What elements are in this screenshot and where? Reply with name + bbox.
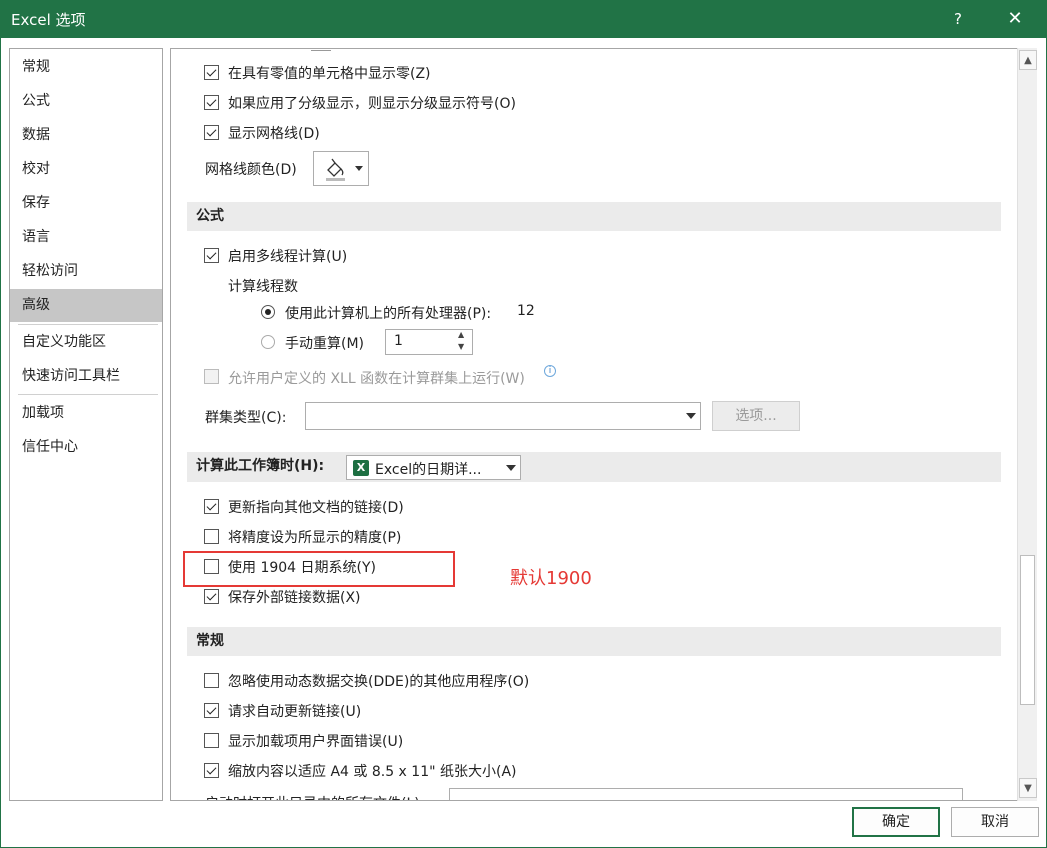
save-external-data-label: 保存外部链接数据(X) xyxy=(228,590,361,606)
sidebar-item-customize-ribbon[interactable]: 自定义功能区 xyxy=(10,326,162,359)
ignore-dde-checkbox[interactable] xyxy=(204,673,219,688)
auto-update-links-label: 请求自动更新链接(U) xyxy=(228,704,362,720)
xll-cluster-label: 允许用户定义的 XLL 函数在计算群集上运行(W) xyxy=(228,371,525,387)
workbook-section-header: 计算此工作簿时(H): xyxy=(187,452,1001,482)
workbook-select[interactable]: X Excel的日期详... xyxy=(346,455,521,480)
startup-folder-input[interactable] xyxy=(449,788,963,800)
general-section-header: 常规 xyxy=(187,627,1001,656)
manual-threads-stepper[interactable]: 1 ▲ ▼ xyxy=(385,329,473,355)
options-content: 在具有零值的单元格中显示零(Z) 如果应用了分级显示，则显示分级显示符号(O) … xyxy=(170,48,1037,801)
sidebar-item-language[interactable]: 语言 xyxy=(10,221,162,254)
auto-update-links-checkbox[interactable] xyxy=(204,703,219,718)
scale-a4-label: 缩放内容以适应 A4 或 8.5 x 11" 纸张大小(A) xyxy=(228,764,517,780)
sidebar-item-proofing[interactable]: 校对 xyxy=(10,153,162,186)
multithread-checkbox[interactable] xyxy=(204,248,219,263)
scrollbar-thumb[interactable] xyxy=(1020,555,1035,705)
addin-errors-checkbox[interactable] xyxy=(204,733,219,748)
date-1904-checkbox[interactable] xyxy=(204,559,219,574)
manual-threads-value: 1 xyxy=(394,333,403,349)
update-links-checkbox[interactable] xyxy=(204,499,219,514)
show-outline-checkbox[interactable] xyxy=(204,95,219,110)
addin-errors-label: 显示加载项用户界面错误(U) xyxy=(228,734,404,750)
stepper-up-icon[interactable]: ▲ xyxy=(458,330,464,339)
show-gridlines-label: 显示网格线(D) xyxy=(228,126,320,142)
cluster-type-label: 群集类型(C): xyxy=(205,410,287,426)
excel-icon: X xyxy=(353,460,369,476)
sidebar-divider xyxy=(18,394,158,395)
date-1904-label: 使用 1904 日期系统(Y) xyxy=(228,560,377,576)
sidebar-item-trust-center[interactable]: 信任中心 xyxy=(10,431,162,464)
title-bar: Excel 选项 ? ✕ xyxy=(0,0,1047,38)
manual-threads-radio[interactable] xyxy=(261,335,275,349)
sidebar-item-advanced[interactable]: 高级 xyxy=(10,289,162,322)
sidebar: 常规 公式 数据 校对 保存 语言 轻松访问 高级 自定义功能区 快速访问工具栏… xyxy=(9,48,163,801)
ok-button[interactable]: 确定 xyxy=(852,807,940,837)
help-icon[interactable]: ? xyxy=(946,7,970,31)
gridline-color-label: 网格线颜色(D) xyxy=(205,162,297,178)
manual-threads-label: 手动重算(M) xyxy=(285,336,365,352)
annotation-text: 默认1900 xyxy=(510,568,592,589)
precision-as-displayed-label: 将精度设为所显示的精度(P) xyxy=(228,530,402,546)
close-icon[interactable]: ✕ xyxy=(1003,7,1027,31)
stepper-down-icon[interactable]: ▼ xyxy=(458,342,464,351)
show-outline-label: 如果应用了分级显示，则显示分级显示符号(O) xyxy=(228,96,516,112)
sidebar-item-accessibility[interactable]: 轻松访问 xyxy=(10,255,162,288)
gridline-color-picker[interactable] xyxy=(313,151,369,186)
sidebar-divider xyxy=(18,324,158,325)
xll-cluster-checkbox[interactable] xyxy=(204,369,219,384)
startup-folder-label: 启动时打开此目录中的所有文件(L): xyxy=(205,793,424,800)
scroll-up-icon[interactable]: ▲ xyxy=(1019,50,1037,70)
ignore-dde-label: 忽略使用动态数据交换(DDE)的其他应用程序(O) xyxy=(228,674,530,690)
multithread-label: 启用多线程计算(U) xyxy=(228,249,348,265)
precision-as-displayed-checkbox[interactable] xyxy=(204,529,219,544)
workbook-select-value: Excel的日期详... xyxy=(375,462,482,478)
cluster-type-select[interactable] xyxy=(305,402,701,430)
content-scrollbar[interactable]: ▲ ▼ xyxy=(1017,48,1037,801)
sidebar-item-addins[interactable]: 加载项 xyxy=(10,397,162,430)
cut-off-text xyxy=(311,49,331,51)
scale-a4-checkbox[interactable] xyxy=(204,763,219,778)
use-all-processors-label: 使用此计算机上的所有处理器(P): xyxy=(285,306,492,322)
sidebar-item-general[interactable]: 常规 xyxy=(10,51,162,84)
workbook-section-label: 计算此工作簿时(H): xyxy=(196,458,325,474)
update-links-label: 更新指向其他文档的链接(D) xyxy=(228,500,404,516)
show-zero-label: 在具有零值的单元格中显示零(Z) xyxy=(228,66,431,82)
formulas-section-header: 公式 xyxy=(187,202,1001,231)
chevron-down-icon xyxy=(686,413,696,419)
info-icon[interactable]: i xyxy=(544,365,556,377)
sidebar-item-quick-access-toolbar[interactable]: 快速访问工具栏 xyxy=(10,360,162,393)
show-zero-checkbox[interactable] xyxy=(204,65,219,80)
thread-count-label: 计算线程数 xyxy=(228,279,298,295)
chevron-down-icon xyxy=(506,465,516,471)
use-all-processors-radio[interactable] xyxy=(261,305,275,319)
processor-count: 12 xyxy=(517,303,535,319)
scroll-down-icon[interactable]: ▼ xyxy=(1019,778,1037,798)
cluster-options-button[interactable]: 选项... xyxy=(712,401,800,431)
save-external-data-checkbox[interactable] xyxy=(204,589,219,604)
paint-bucket-icon xyxy=(326,158,363,181)
sidebar-item-save[interactable]: 保存 xyxy=(10,187,162,220)
sidebar-item-data[interactable]: 数据 xyxy=(10,119,162,152)
show-gridlines-checkbox[interactable] xyxy=(204,125,219,140)
cancel-button[interactable]: 取消 xyxy=(951,807,1039,837)
window-title: Excel 选项 xyxy=(11,11,86,29)
sidebar-item-formulas[interactable]: 公式 xyxy=(10,85,162,118)
